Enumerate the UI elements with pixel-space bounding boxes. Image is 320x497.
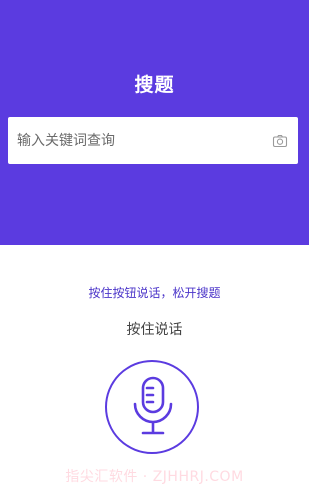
microphone-icon (133, 376, 173, 435)
search-bar[interactable] (8, 117, 298, 164)
hold-to-talk-button[interactable] (105, 360, 199, 454)
search-input[interactable] (17, 117, 267, 164)
hold-to-talk-label: 按住说话 (126, 322, 183, 338)
search-question-page: 搜题 按住按钮说话，松开搜题 按住说话 指尖汇软件 · ZJHHRJ.COM (0, 0, 309, 497)
voice-hint-text: 按住按钮说话，松开搜题 (88, 286, 221, 300)
page-title: 搜题 (134, 74, 175, 96)
camera-icon[interactable] (272, 133, 288, 149)
header-banner: 搜题 (0, 0, 309, 245)
watermark-text: 指尖汇软件 · ZJHHRJ.COM (65, 469, 244, 485)
